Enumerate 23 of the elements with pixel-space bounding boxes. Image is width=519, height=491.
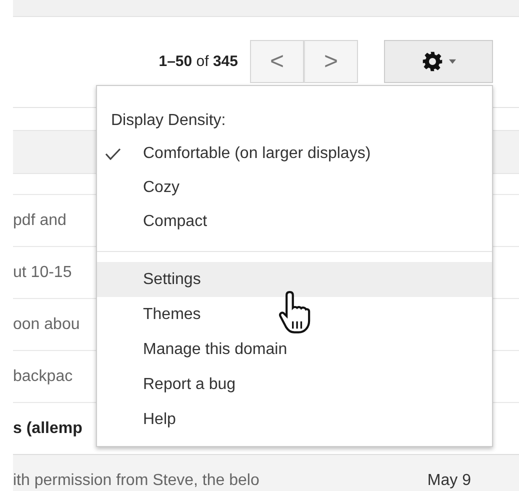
- next-page-button[interactable]: >: [304, 40, 358, 83]
- density-option[interactable]: Comfortable (on larger displays): [97, 137, 492, 171]
- page-count: 1–50 of 345: [158, 53, 238, 70]
- caret-icon: [448, 59, 456, 64]
- message-snippet: backpac: [13, 368, 73, 386]
- message-row[interactable]: ith permission from Steve, the belo May 9: [13, 454, 519, 491]
- message-snippet: s (allemp: [13, 420, 82, 438]
- message-snippet: oon abou: [13, 316, 80, 334]
- message-snippet: ut 10-15: [13, 264, 72, 282]
- message-snippet: pdf and: [13, 212, 66, 230]
- density-option[interactable]: Cozy: [97, 171, 492, 205]
- settings-icon: [422, 51, 442, 72]
- menu-item[interactable]: Help: [97, 402, 492, 437]
- menu-heading: Display Density:: [110, 111, 227, 131]
- message-snippet: ith permission from Steve, the belo: [13, 472, 260, 490]
- message-date: May 9: [427, 472, 471, 490]
- menu-item[interactable]: Settings: [97, 262, 492, 297]
- previous-page-button[interactable]: <: [250, 40, 304, 83]
- menu-item[interactable]: Report a bug: [97, 367, 492, 402]
- settings-button[interactable]: [384, 40, 493, 83]
- menu-item[interactable]: Themes: [97, 297, 492, 332]
- menu-item[interactable]: Manage this domain: [97, 332, 492, 367]
- density-option[interactable]: Compact: [97, 205, 492, 239]
